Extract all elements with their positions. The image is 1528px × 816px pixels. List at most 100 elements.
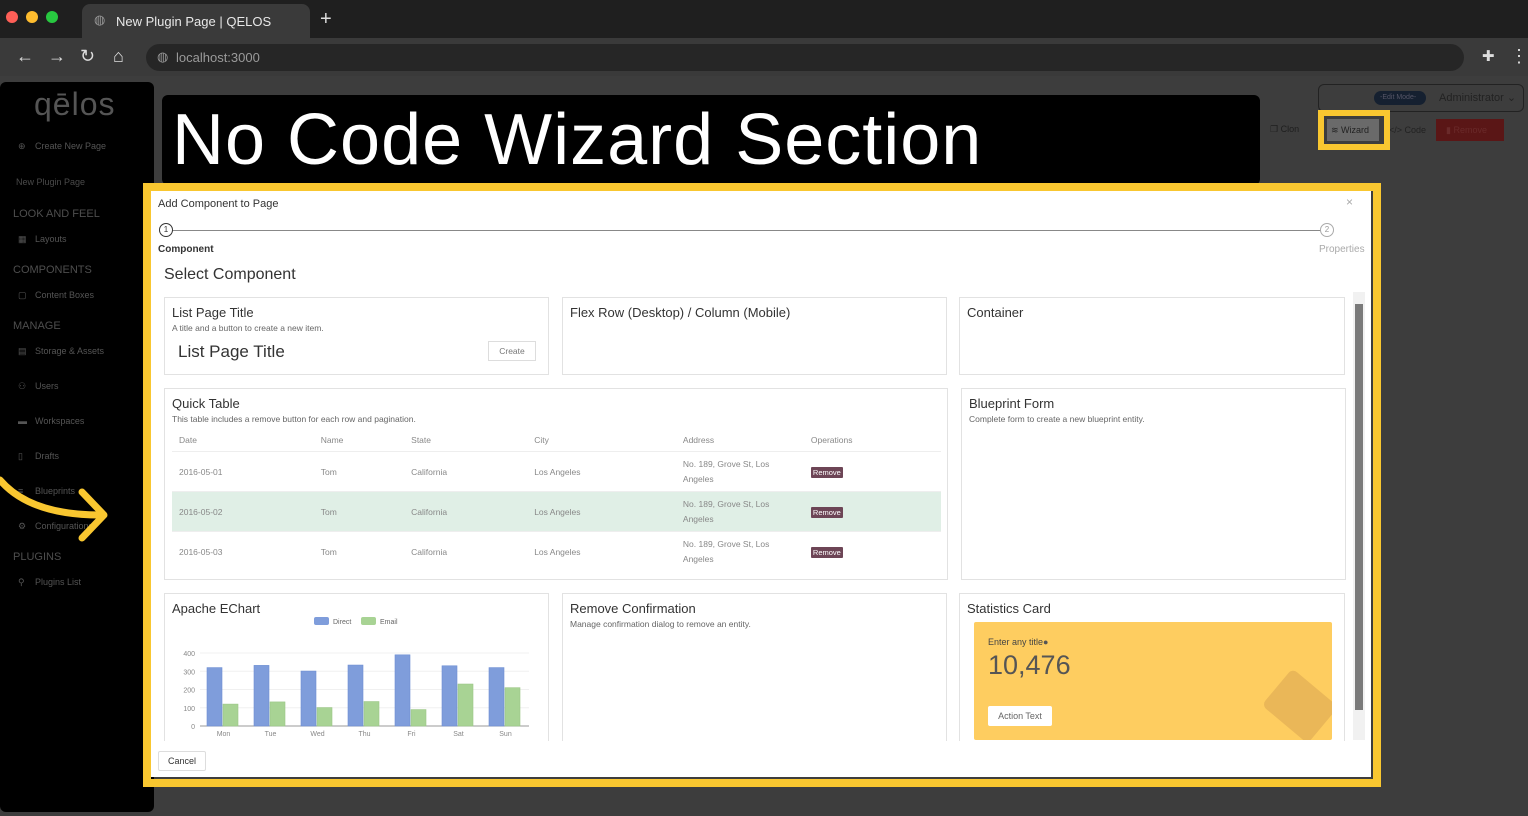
cell-text: Tom <box>320 546 337 557</box>
stat-value: 10,476 <box>988 650 1071 680</box>
card-list-page-title[interactable]: List Page Title A title and a button to … <box>164 297 549 375</box>
remove-row-button: Remove <box>810 466 843 478</box>
browser-tab[interactable]: ◍ New Plugin Page | QELOS <box>82 4 310 38</box>
cell-text: No. 189, Grove St, Los Angeles <box>682 498 770 524</box>
create-new-page-button[interactable]: ⊕ Create New Page <box>18 141 106 152</box>
top-bar: -Edit Mode- Administrator ⌄ <box>1318 84 1524 112</box>
users-icon: ⚇ <box>18 381 27 391</box>
card-title: Container <box>967 305 1024 320</box>
table-cell: California <box>404 492 527 532</box>
cell-text: Los Angeles <box>534 466 581 477</box>
column-header: Name <box>320 435 344 445</box>
bar-direct <box>206 667 223 727</box>
label: Content Boxes <box>35 290 95 300</box>
sidebar-item-layouts[interactable]: ▦ Layouts <box>18 234 67 245</box>
reload-icon[interactable]: ↻ <box>80 46 95 67</box>
extensions-icon[interactable]: ✚ <box>1482 47 1495 65</box>
close-icon[interactable]: × <box>1346 195 1353 209</box>
sidebar-item-workspaces[interactable]: ▬ Workspaces <box>18 416 84 426</box>
sidebar-section-title: COMPONENTS <box>13 264 92 276</box>
clone-button[interactable]: ❐ Clon <box>1270 124 1299 135</box>
label: Workspaces <box>35 416 85 426</box>
bar-email <box>410 709 427 727</box>
table-row: 2016-05-02 Tom California Los Angeles No. 18… <box>172 491 941 532</box>
card-container[interactable]: Container <box>959 297 1345 375</box>
edit-mode-toggle[interactable]: -Edit Mode- <box>1374 91 1426 105</box>
plus-circle-icon: ⊕ <box>18 141 26 151</box>
card-statistics[interactable]: Statistics Card Enter any title● 10,476 … <box>959 593 1345 741</box>
copy-icon: ❐ <box>1270 124 1281 134</box>
table-row: 2016-05-03 Tom California Los Angeles No. 18… <box>172 531 941 572</box>
card-blueprint-form[interactable]: Blueprint Form Complete form to create a… <box>961 388 1346 580</box>
step-1-indicator: 1 <box>159 223 173 237</box>
preview-title: List Page Title <box>178 342 285 361</box>
back-icon[interactable]: ← <box>16 46 34 67</box>
preview-table: Date Name State City Address Operations 2016-0… <box>172 429 941 572</box>
x-tick-label: Mon <box>217 731 231 738</box>
cell-text: No. 189, Grove St, Los Angeles <box>682 458 770 484</box>
label: Layouts <box>35 234 67 244</box>
user-menu[interactable]: Administrator ⌄ <box>1439 91 1516 104</box>
bar-email <box>457 683 474 727</box>
cell-text: California <box>411 546 448 557</box>
cell-text: Tom <box>320 506 337 517</box>
label: Storage & Assets <box>35 346 105 356</box>
card-title: Blueprint Form <box>969 396 1055 411</box>
home-icon[interactable]: ⌂ <box>113 46 124 67</box>
table-cell: Tom <box>314 492 404 532</box>
bar-direct <box>488 667 505 727</box>
forward-icon[interactable]: → <box>48 46 66 67</box>
close-window-button[interactable] <box>6 11 18 23</box>
remove-row-button: Remove <box>810 546 843 558</box>
sidebar-item-users[interactable]: ⚇ Users <box>18 381 59 392</box>
legend-label: Email <box>380 619 398 626</box>
table-cell: Los Angeles <box>527 532 676 572</box>
table-cell: Tom <box>314 452 404 492</box>
maximize-window-button[interactable] <box>46 11 58 23</box>
new-tab-button[interactable]: + <box>320 8 332 31</box>
dialog-title: Add Component to Page <box>158 198 279 210</box>
sidebar-section-title: LOOK AND FEEL <box>13 208 100 220</box>
card-quick-table[interactable]: Quick Table This table includes a remove… <box>164 388 948 580</box>
site-info-icon: ◍ <box>157 49 169 64</box>
card-flex-row[interactable]: Flex Row (Desktop) / Column (Mobile) <box>562 297 947 375</box>
table-cell: 2016-05-01 <box>172 452 314 492</box>
code-button[interactable]: </> Code <box>1389 125 1426 135</box>
label: Clon <box>1280 124 1300 134</box>
preview-create-button: Create <box>488 341 536 361</box>
arrow-annotation <box>0 476 108 542</box>
bar-chart: 0 100 200 300 400 Mon Tue Wed Thu Fri Sat Sun Direct… <box>183 617 529 738</box>
cell-text: Los Angeles <box>534 506 581 517</box>
table-cell: Los Angeles <box>527 452 676 492</box>
cancel-button[interactable]: Cancel <box>158 751 206 771</box>
menu-icon[interactable]: ⋮ <box>1510 46 1528 67</box>
sidebar-item-plugins-list[interactable]: ⚲ Plugins List <box>18 577 81 588</box>
y-tick-label: 400 <box>183 651 195 658</box>
legend-swatch <box>314 617 329 625</box>
minimize-window-button[interactable] <box>26 11 38 23</box>
table-cell: 2016-05-03 <box>172 532 314 572</box>
sidebar-item-storage-assets[interactable]: ▤ Storage & Assets <box>18 346 104 357</box>
stat-label: Enter any title● <box>988 637 1048 647</box>
scrollbar[interactable] <box>1353 292 1365 740</box>
user-name: Administrator <box>1439 92 1504 104</box>
remove-button[interactable]: ▮ Remove <box>1436 119 1504 141</box>
statistics-preview: Enter any title● 10,476 Action Text <box>974 622 1332 740</box>
x-tick-label: Thu <box>358 731 370 738</box>
briefcase-icon: ▬ <box>18 416 27 426</box>
url-input[interactable]: ◍ localhost:3000 <box>146 44 1464 71</box>
sidebar-item-new-plugin-page[interactable]: New Plugin Page <box>16 177 85 187</box>
label: Enter any title <box>988 637 1044 647</box>
scrollbar-thumb[interactable] <box>1355 304 1363 710</box>
url-text: localhost:3000 <box>176 50 260 65</box>
label: Remove <box>1453 125 1487 135</box>
card-remove-confirmation[interactable]: Remove Confirmation Manage confirmation … <box>562 593 947 741</box>
x-tick-label: Wed <box>310 731 324 738</box>
cell-text: 2016-05-02 <box>179 506 223 517</box>
card-apache-echart[interactable]: Apache EChart 0 100 200 300 400 Mon Tue Wed Thu F… <box>164 593 549 741</box>
label: Plugins List <box>35 577 82 587</box>
sidebar-item-content-boxes[interactable]: ▢ Content Boxes <box>18 290 94 301</box>
cell-text: California <box>411 466 448 477</box>
briefcase-icon <box>1261 668 1332 740</box>
bar-direct <box>347 664 364 727</box>
